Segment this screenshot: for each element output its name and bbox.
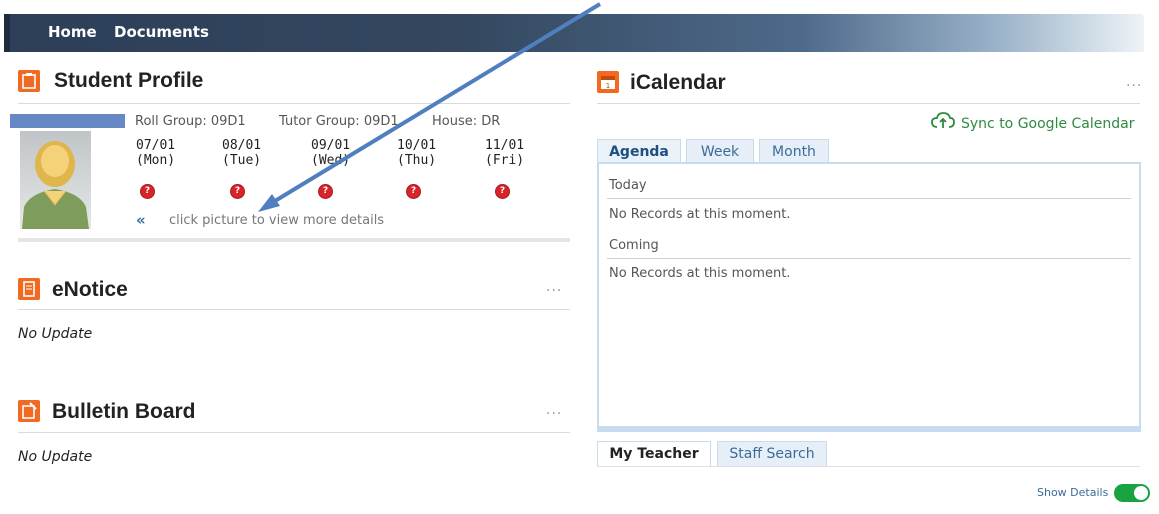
tab-my-teacher[interactable]: My Teacher: [597, 441, 711, 466]
show-details-label: Show Details: [1037, 486, 1109, 499]
icalendar-title: iCalendar: [630, 71, 726, 94]
enotice-more-button[interactable]: ...: [546, 279, 562, 295]
svg-text:1: 1: [606, 82, 610, 90]
bulletin-content: No Update: [18, 449, 93, 465]
coming-label: Coming: [609, 238, 659, 253]
enotice-icon: [18, 278, 40, 300]
show-details-toggle[interactable]: [1114, 484, 1150, 502]
today-records: No Records at this moment.: [609, 207, 791, 222]
icalendar-icon: 1: [597, 71, 619, 93]
enotice-content: No Update: [18, 326, 93, 342]
coming-records: No Records at this moment.: [609, 266, 791, 281]
divider: [18, 432, 570, 433]
tab-month[interactable]: Month: [759, 139, 829, 164]
calendar-agenda-panel: Today No Records at this moment. Coming …: [597, 162, 1141, 432]
bulletin-board-icon: [18, 400, 40, 422]
sync-google-calendar-link[interactable]: Sync to Google Calendar: [961, 116, 1134, 132]
divider: [597, 466, 1140, 467]
divider: [607, 258, 1131, 259]
divider: [597, 103, 1140, 104]
divider: [18, 309, 570, 310]
icalendar-more-button[interactable]: ...: [1126, 74, 1142, 90]
tab-staff-search[interactable]: Staff Search: [717, 441, 827, 466]
enotice-title: eNotice: [52, 278, 128, 301]
toggle-knob: [1134, 486, 1148, 500]
divider: [607, 198, 1131, 199]
bulletin-board-title: Bulletin Board: [52, 400, 196, 423]
tab-agenda[interactable]: Agenda: [597, 139, 681, 164]
cloud-upload-icon[interactable]: [931, 112, 955, 130]
today-label: Today: [609, 178, 647, 193]
tab-week[interactable]: Week: [686, 139, 754, 164]
bulletin-more-button[interactable]: ...: [546, 402, 562, 418]
